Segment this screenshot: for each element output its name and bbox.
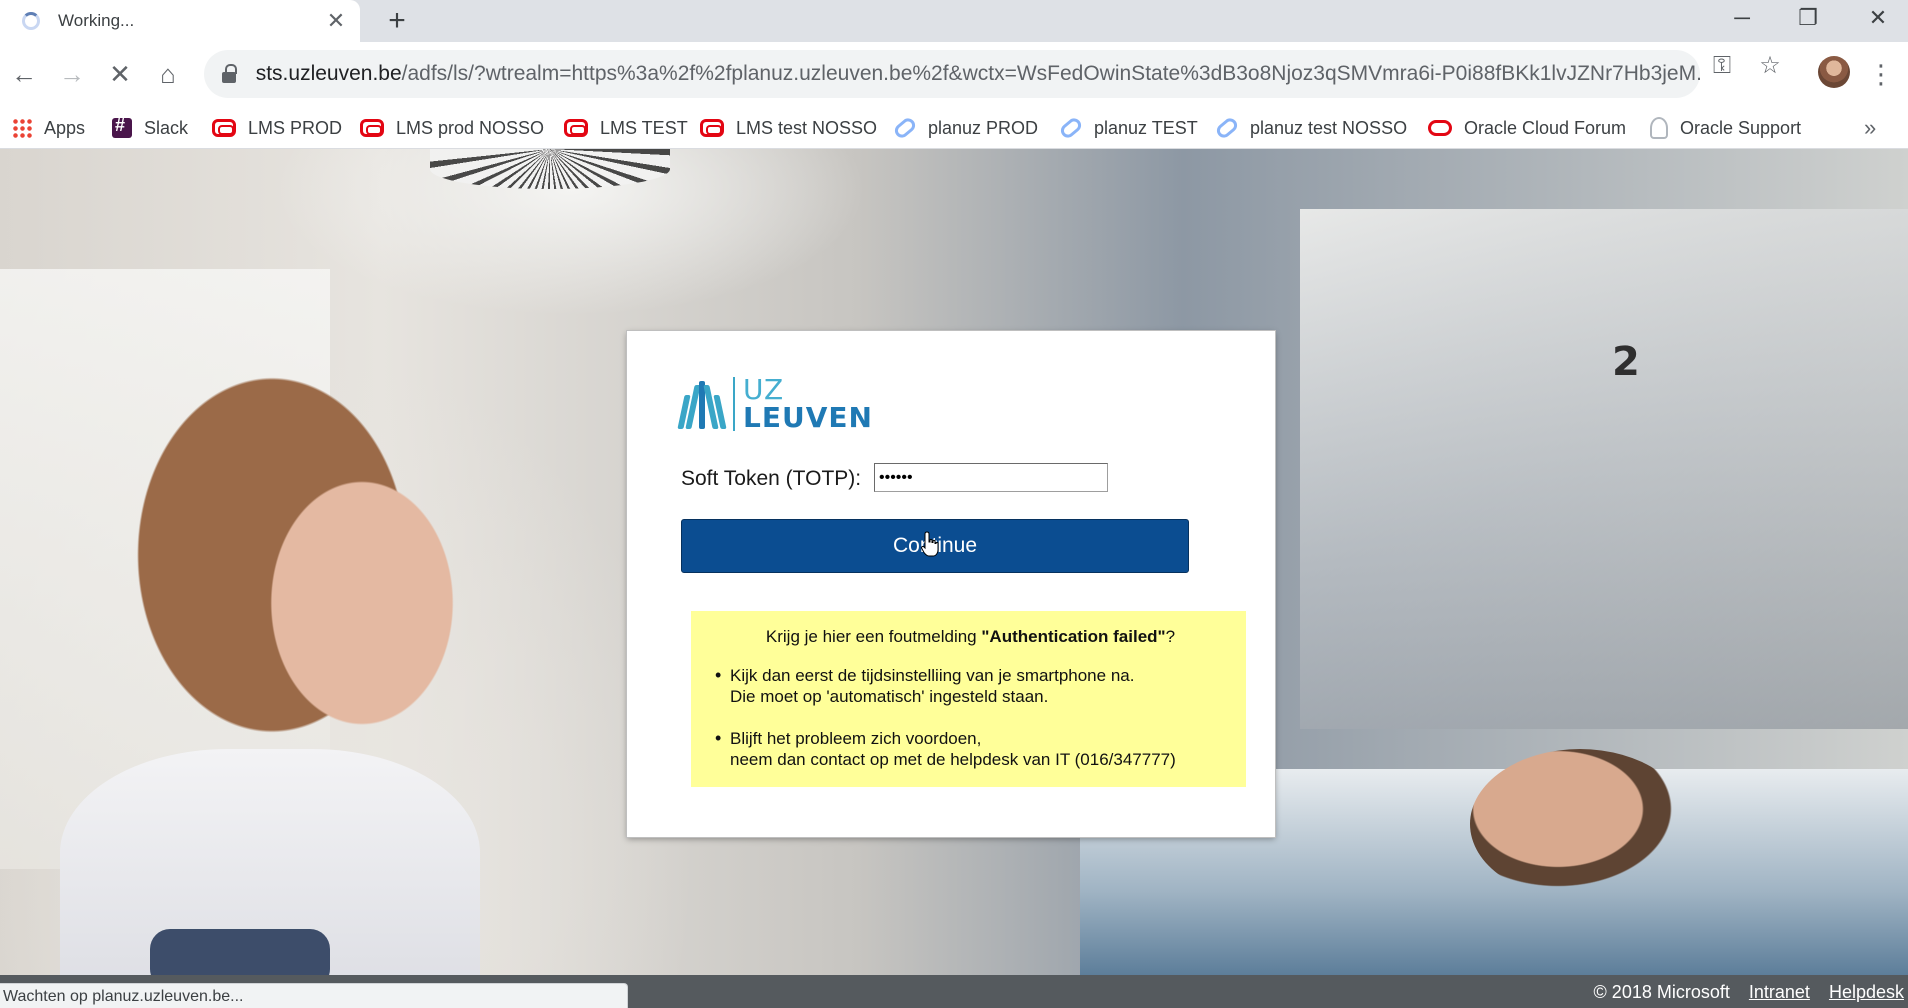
bookmark-oracle-support[interactable]: Oracle Support (1650, 108, 1801, 148)
slack-icon (112, 115, 132, 138)
notice-title: Krijg je hier een foutmelding "Authentic… (765, 627, 1176, 646)
browser-toolbar: ← → ✕ ⌂ sts.uzleuven.be/adfs/ls/?wtrealm… (0, 42, 1908, 108)
lock-icon[interactable] (222, 64, 238, 84)
bookmark-label: LMS prod NOSSO (396, 117, 545, 138)
bookmark-label: planuz test NOSSO (1250, 117, 1408, 138)
notice-list: Kijk dan eerst de tijdsinstelliing van j… (715, 665, 1226, 770)
footer-links: © 2018 Microsoft Intranet Helpdesk (1580, 982, 1904, 1003)
notice-item: Kijk dan eerst de tijdsinstelliing van j… (715, 665, 1226, 707)
new-tab-button[interactable]: + (380, 4, 414, 38)
bookmark-label: planuz TEST (1094, 117, 1198, 138)
background-ceiling-vent (430, 149, 670, 189)
bookmark-apps[interactable]: Apps (12, 108, 85, 148)
bookmark-lms-prod-nosso[interactable]: LMS prod NOSSO (360, 108, 544, 148)
intranet-link[interactable]: Intranet (1749, 982, 1810, 1002)
helpdesk-link[interactable]: Helpdesk (1829, 982, 1904, 1002)
bookmarks-bar: Apps Slack LMS PROD LMS prod NOSSO LMS T… (0, 108, 1908, 149)
restore-button[interactable]: ❐ (1780, 0, 1836, 38)
footer-copyright: © 2018 Microsoft (1593, 982, 1730, 1002)
oracle-icon (212, 119, 236, 137)
tab-strip: Working... ✕ + ─ ❐ ✕ (0, 0, 1908, 42)
bookmark-planuz-test-nosso[interactable]: planuz test NOSSO (1214, 108, 1408, 148)
soft-token-input[interactable] (874, 463, 1108, 492)
bookmark-label: LMS TEST (600, 117, 688, 138)
oracle-ring-icon (1428, 120, 1452, 136)
authentication-notice: Krijg je hier een foutmelding "Authentic… (691, 611, 1246, 787)
oracle-icon (564, 119, 588, 137)
bookmark-slack[interactable]: Slack (112, 108, 188, 148)
url-host: sts.uzleuven.be (255, 62, 402, 85)
bookmark-lms-test-nosso[interactable]: LMS test NOSSO (700, 108, 877, 148)
minimize-button[interactable]: ─ (1714, 0, 1770, 38)
background-patient (1470, 749, 1690, 899)
password-key-icon[interactable]: ⚿ (1704, 48, 1740, 84)
link-icon (1214, 115, 1240, 141)
background-bed-number: 2 (1612, 339, 1640, 385)
stop-loading-icon[interactable]: ✕ (102, 56, 138, 92)
bookmarks-overflow-icon[interactable]: » (1864, 108, 1876, 148)
window-close-button[interactable]: ✕ (1850, 0, 1906, 38)
url-path: /adfs/ls/?wtrealm=https%3a%2f%2fplanuz.u… (401, 62, 1700, 85)
back-arrow-icon[interactable]: ← (6, 56, 42, 92)
logo-text-leuven: LEUVEN (743, 401, 873, 434)
tab-title: Working... (58, 11, 135, 30)
oracle-icon (360, 119, 384, 137)
bookmark-planuz-test[interactable]: planuz TEST (1058, 108, 1198, 148)
uz-leuven-logo-icon (677, 379, 727, 429)
login-card: UZ LEUVEN Soft Token (TOTP): Continue Kr… (627, 331, 1275, 837)
bookmark-label: Apps (44, 117, 86, 138)
background-nurse (110, 339, 470, 819)
bookmark-label: Oracle Cloud Forum (1464, 117, 1627, 138)
oracle-support-icon (1650, 117, 1668, 139)
logo-divider (733, 377, 735, 431)
bookmark-label: LMS test NOSSO (736, 117, 878, 138)
bookmark-label: planuz PROD (928, 117, 1039, 138)
soft-token-label: Soft Token (TOTP): (681, 467, 862, 490)
loading-spinner-icon (22, 12, 40, 30)
link-icon (892, 115, 918, 141)
active-tab[interactable]: Working... ✕ (0, 0, 360, 42)
forward-arrow-icon[interactable]: → (54, 56, 90, 92)
background-medical-equipment (1300, 209, 1908, 729)
bookmark-label: Oracle Support (1680, 117, 1802, 138)
uz-leuven-logo: UZ LEUVEN (677, 375, 881, 435)
bookmark-star-icon[interactable]: ☆ (1752, 48, 1788, 84)
oracle-icon (700, 119, 724, 137)
browser-menu-icon[interactable]: ⋮ (1868, 56, 1894, 92)
tab-close-icon[interactable]: ✕ (324, 8, 348, 34)
address-bar[interactable]: sts.uzleuven.be/adfs/ls/?wtrealm=https%3… (204, 50, 1700, 98)
status-bubble: Wachten op planuz.uzleuven.be... (0, 983, 628, 1008)
url-text[interactable]: sts.uzleuven.be/adfs/ls/?wtrealm=https%3… (256, 62, 1700, 86)
bookmark-oracle-cloud-forum[interactable]: Oracle Cloud Forum (1428, 108, 1626, 148)
hand-cursor-icon (921, 531, 939, 557)
profile-avatar[interactable] (1818, 56, 1850, 88)
bookmark-lms-test[interactable]: LMS TEST (564, 108, 688, 148)
page-background: 2 UZ LEUVEN Soft Token (TOTP): Continue … (0, 149, 1908, 975)
background-nurse-sleeve (150, 929, 330, 975)
bookmark-label: LMS PROD (248, 117, 343, 138)
notice-item: Blijft het probleem zich voordoen, neem … (715, 728, 1226, 770)
bookmark-planuz-prod[interactable]: planuz PROD (892, 108, 1039, 148)
home-icon[interactable]: ⌂ (150, 56, 186, 92)
apps-grid-icon (12, 118, 32, 138)
bookmark-lms-prod[interactable]: LMS PROD (212, 108, 342, 148)
bookmark-label: Slack (144, 117, 189, 138)
link-icon (1058, 115, 1084, 141)
